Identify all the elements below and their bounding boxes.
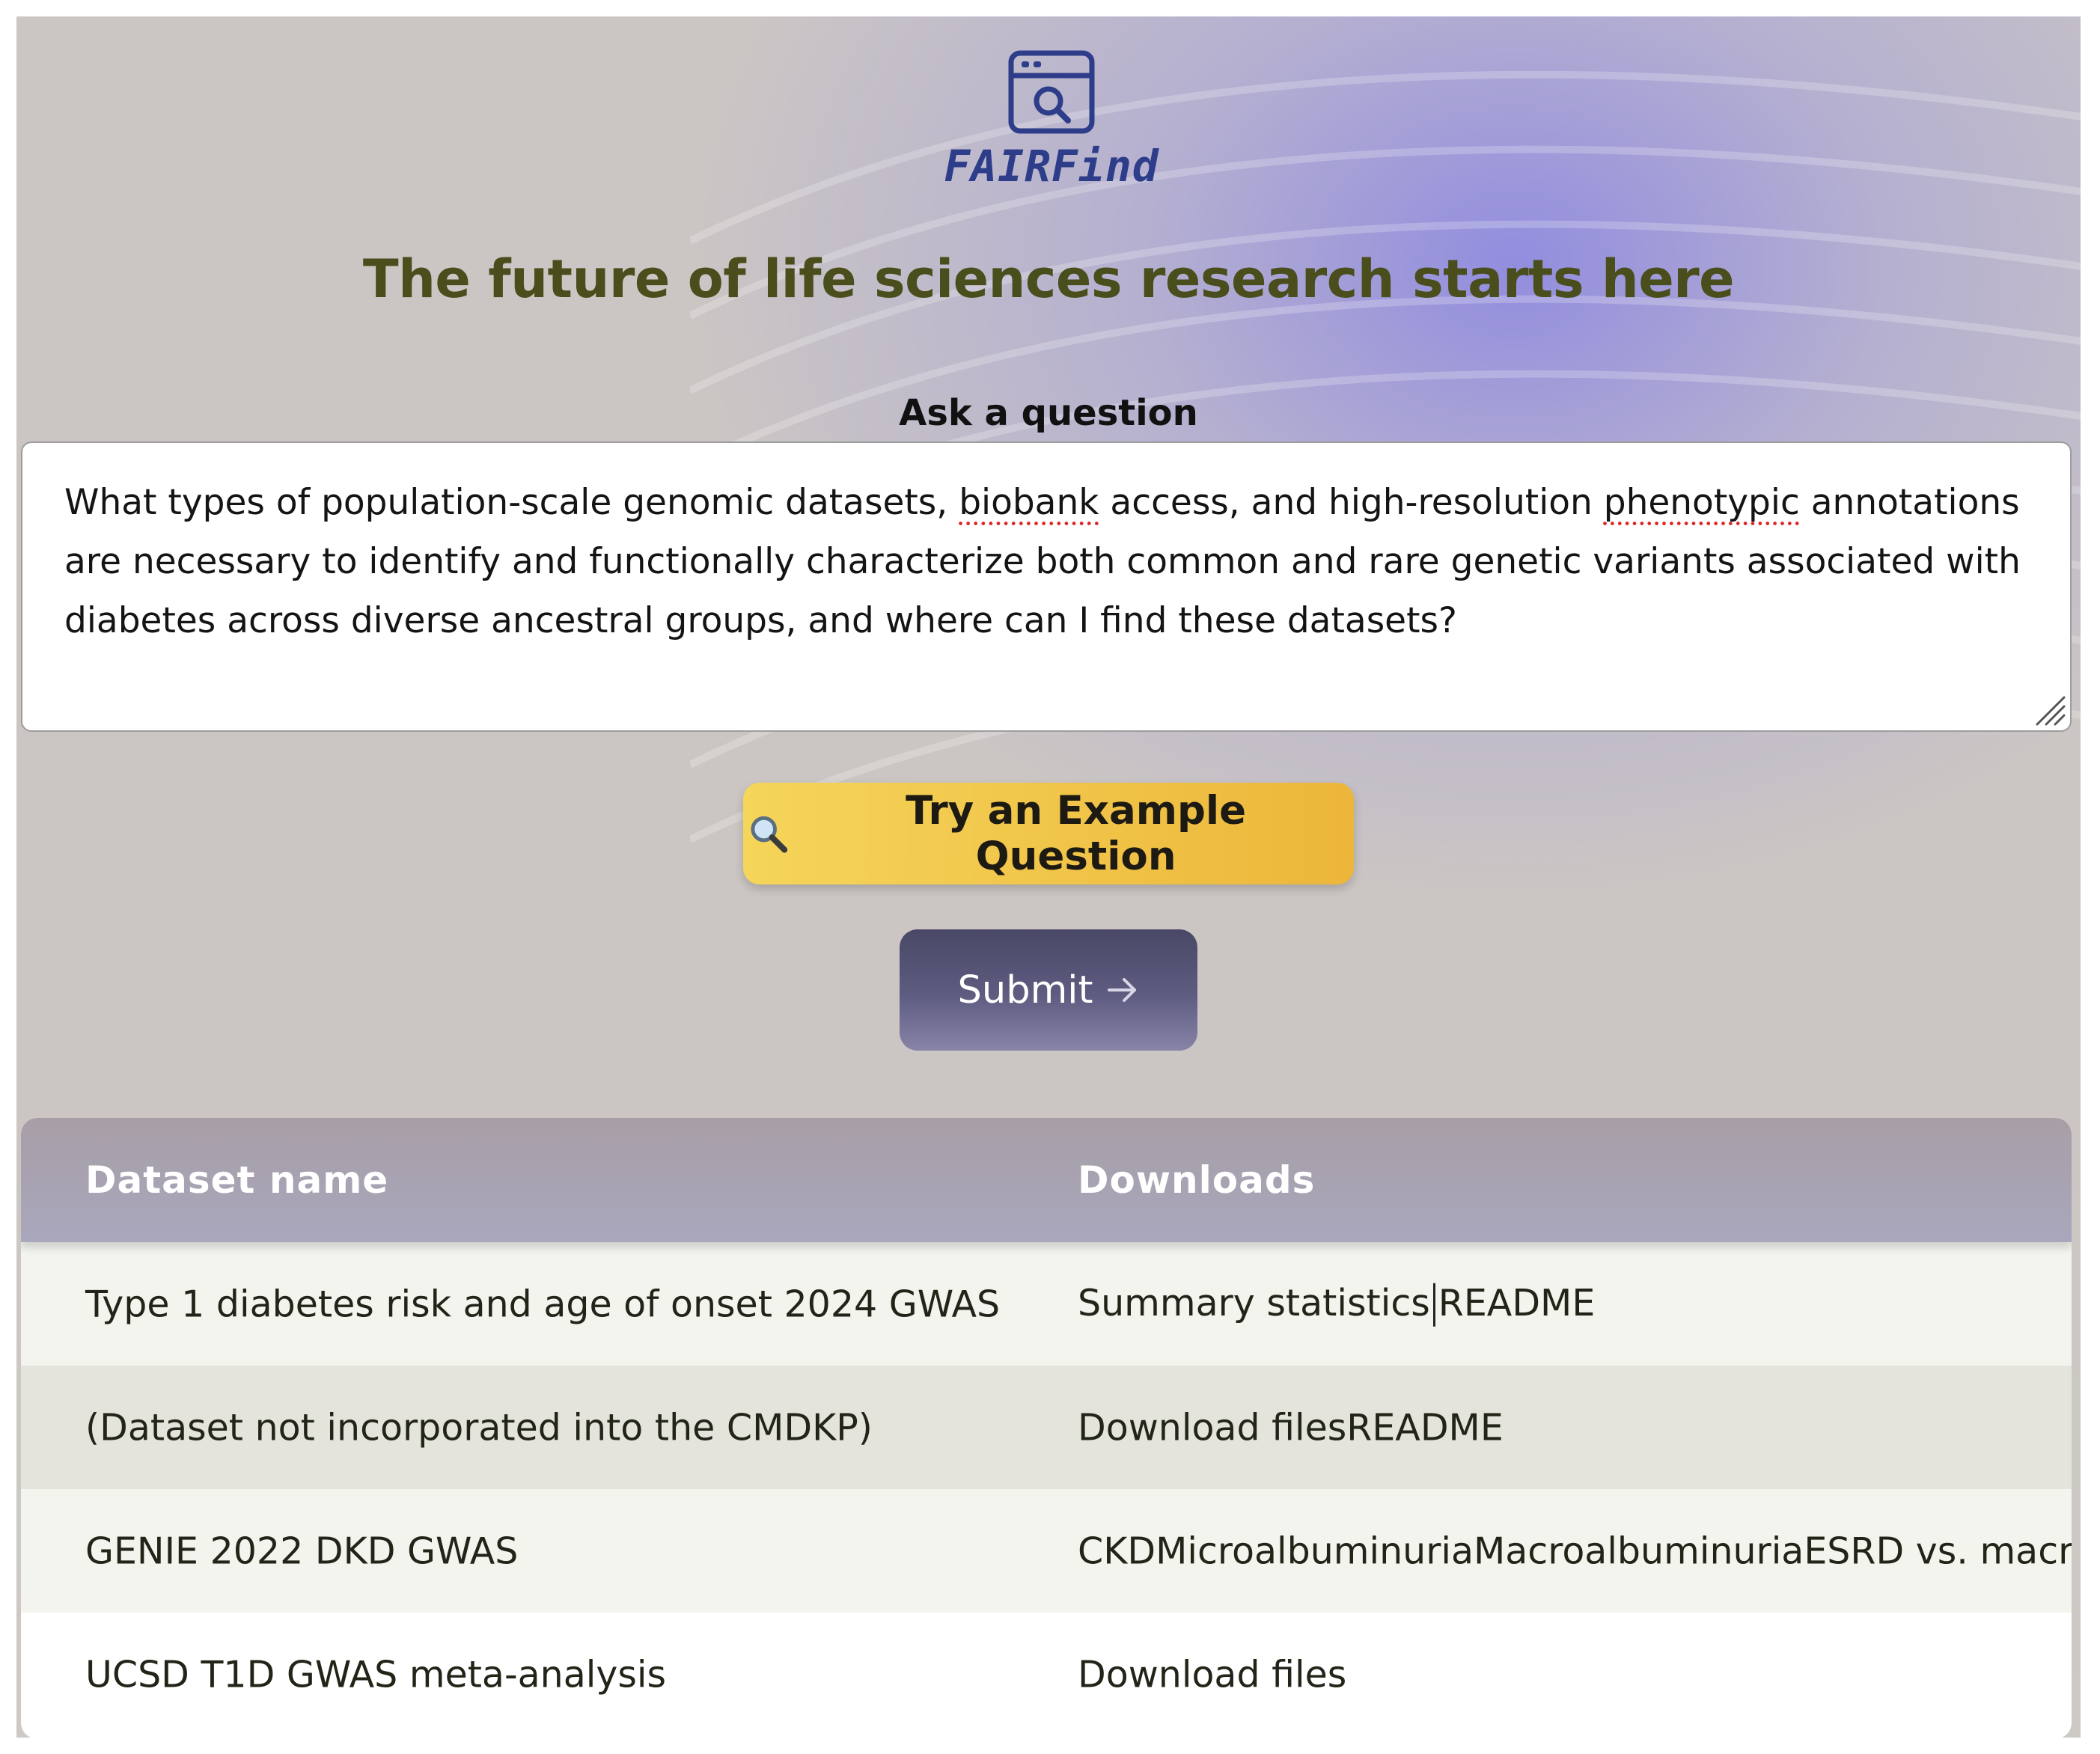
download-link[interactable]: Download files: [1078, 1653, 1346, 1696]
dataset-name-cell: (Dataset not incorporated into the CMDKP…: [85, 1406, 873, 1449]
table-header: Dataset name Downloads: [21, 1118, 2072, 1242]
dataset-name-cell: GENIE 2022 DKD GWAS: [85, 1530, 519, 1572]
magnifier-icon: [751, 816, 788, 853]
resize-handle-icon[interactable]: [2033, 693, 2067, 727]
download-link[interactable]: ESRD vs. macroalb: [1804, 1530, 2072, 1572]
question-text: access, and high-resolution: [1099, 482, 1604, 523]
misspelled-word: biobank: [959, 482, 1099, 523]
table-row: GENIE 2022 DKD GWAS CKDMicroalbuminuriaM…: [21, 1489, 2072, 1613]
dataset-name-cell: UCSD T1D GWAS meta-analysis: [85, 1653, 667, 1696]
dataset-name-cell: Type 1 diabetes risk and age of onset 20…: [85, 1283, 1001, 1325]
submit-label: Submit: [957, 968, 1093, 1012]
try-example-button[interactable]: Try an Example Question: [743, 783, 1354, 884]
downloads-cell: Download files: [1078, 1653, 1346, 1696]
column-header-dataset-name: Dataset name: [85, 1158, 389, 1202]
download-link[interactable]: Download files: [1078, 1406, 1346, 1449]
question-line-2: are necessary to identify and functional…: [64, 541, 2021, 582]
browser-search-icon: [1008, 50, 1095, 134]
arrow-right-icon: [1108, 978, 1137, 1002]
misspelled-word: phenotypic: [1603, 482, 1800, 523]
question-textarea[interactable]: What types of population-scale genomic d…: [21, 441, 2072, 732]
downloads-cell: CKDMicroalbuminuriaMacroalbuminuriaESRD …: [1078, 1530, 2072, 1572]
downloads-cell: Summary statistics README: [1078, 1281, 1595, 1327]
download-link[interactable]: Macroalbuminuria: [1474, 1530, 1804, 1572]
table-row: (Dataset not incorporated into the CMDKP…: [21, 1366, 2072, 1489]
column-header-downloads: Downloads: [1078, 1158, 1316, 1202]
readme-link[interactable]: README: [1438, 1281, 1596, 1324]
submit-button[interactable]: Submit: [900, 929, 1197, 1051]
download-link[interactable]: Summary statistics: [1078, 1281, 1430, 1324]
link-separator: [1432, 1283, 1435, 1327]
downloads-cell: Download filesREADME: [1078, 1406, 1504, 1449]
readme-link[interactable]: README: [1346, 1406, 1504, 1449]
question-line-3: diabetes across diverse ancestral groups…: [64, 600, 1457, 641]
table-row: UCSD T1D GWAS meta-analysis Download fil…: [21, 1613, 2072, 1736]
brand-name: FAIRFind: [944, 141, 1159, 192]
download-link[interactable]: Microalbuminuria: [1156, 1530, 1474, 1572]
question-line-1: What types of population-scale genomic d…: [64, 473, 2028, 532]
download-link[interactable]: CKD: [1078, 1530, 1156, 1572]
question-text: What types of population-scale genomic d…: [64, 482, 959, 523]
question-label: Ask a question: [899, 392, 1198, 434]
try-example-label: Try an Example Question: [906, 788, 1247, 879]
question-text: annotations: [1799, 482, 2020, 523]
table-row: Type 1 diabetes risk and age of onset 20…: [21, 1242, 2072, 1366]
results-table: Dataset name Downloads Type 1 diabetes r…: [21, 1118, 2072, 1738]
page-headline: The future of life sciences research sta…: [362, 248, 1735, 310]
page-frame: FAIRFind The future of life sciences res…: [16, 16, 2081, 1738]
